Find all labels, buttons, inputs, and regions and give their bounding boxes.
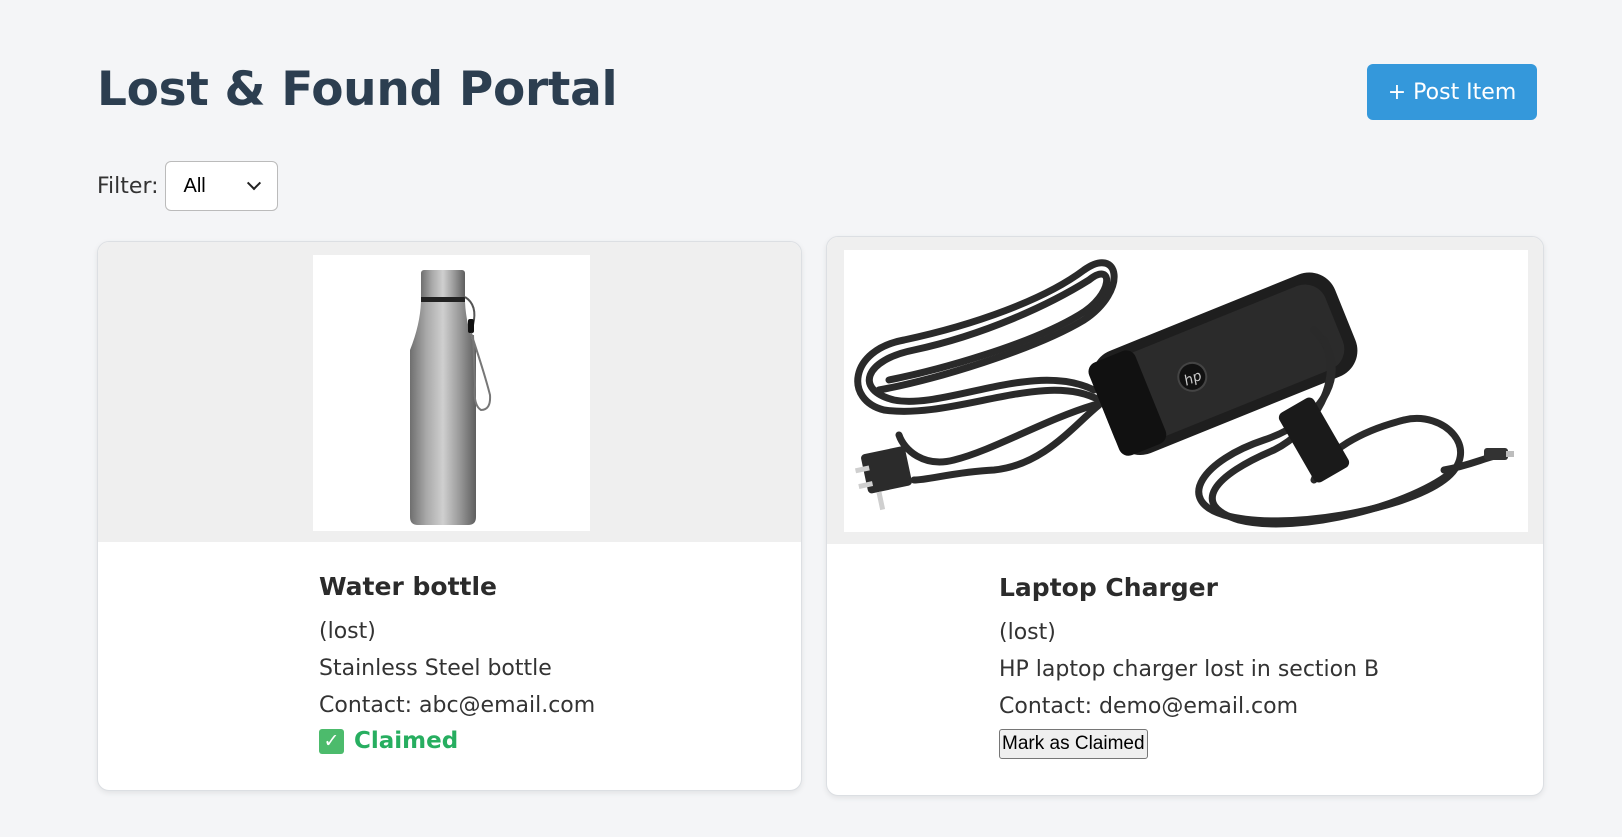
item-status: (lost) (319, 619, 376, 644)
item-contact: Contact: abc@email.com (319, 693, 596, 718)
post-item-button[interactable]: + Post Item (1367, 64, 1537, 120)
item-card: Water bottle (lost) Stainless Steel bott… (97, 241, 802, 791)
item-description: HP laptop charger lost in section B (999, 657, 1380, 682)
item-card: hp Laptop Charger (lost) HP laptop charg… (826, 236, 1544, 796)
claimed-label: Claimed (354, 728, 459, 754)
item-contact: Contact: demo@email.com (999, 694, 1299, 719)
filter-selected-value: All (183, 174, 206, 197)
item-details: Water bottle (lost) Stainless Steel bott… (319, 572, 595, 754)
item-title: Laptop Charger (999, 573, 1218, 602)
laptop-charger-photo: hp (844, 250, 1528, 532)
item-status: (lost) (999, 620, 1056, 645)
mark-as-claimed-button[interactable]: Mark as Claimed (999, 729, 1148, 759)
item-title: Water bottle (319, 572, 497, 601)
filter-label: Filter: (97, 173, 159, 199)
item-details: Laptop Charger (lost) HP laptop charger … (999, 573, 1379, 759)
item-description: Stainless Steel bottle (319, 656, 552, 681)
chevron-down-icon (246, 176, 261, 191)
check-mark-icon: ✓ (319, 728, 344, 754)
item-image-area: hp (827, 237, 1543, 544)
claimed-status: ✓ Claimed (319, 728, 595, 754)
page-title: Lost & Found Portal (97, 62, 618, 117)
item-image-area (98, 242, 801, 542)
filter-row: Filter: All (97, 161, 278, 211)
water-bottle-photo (313, 255, 590, 531)
filter-select[interactable]: All (164, 161, 278, 211)
